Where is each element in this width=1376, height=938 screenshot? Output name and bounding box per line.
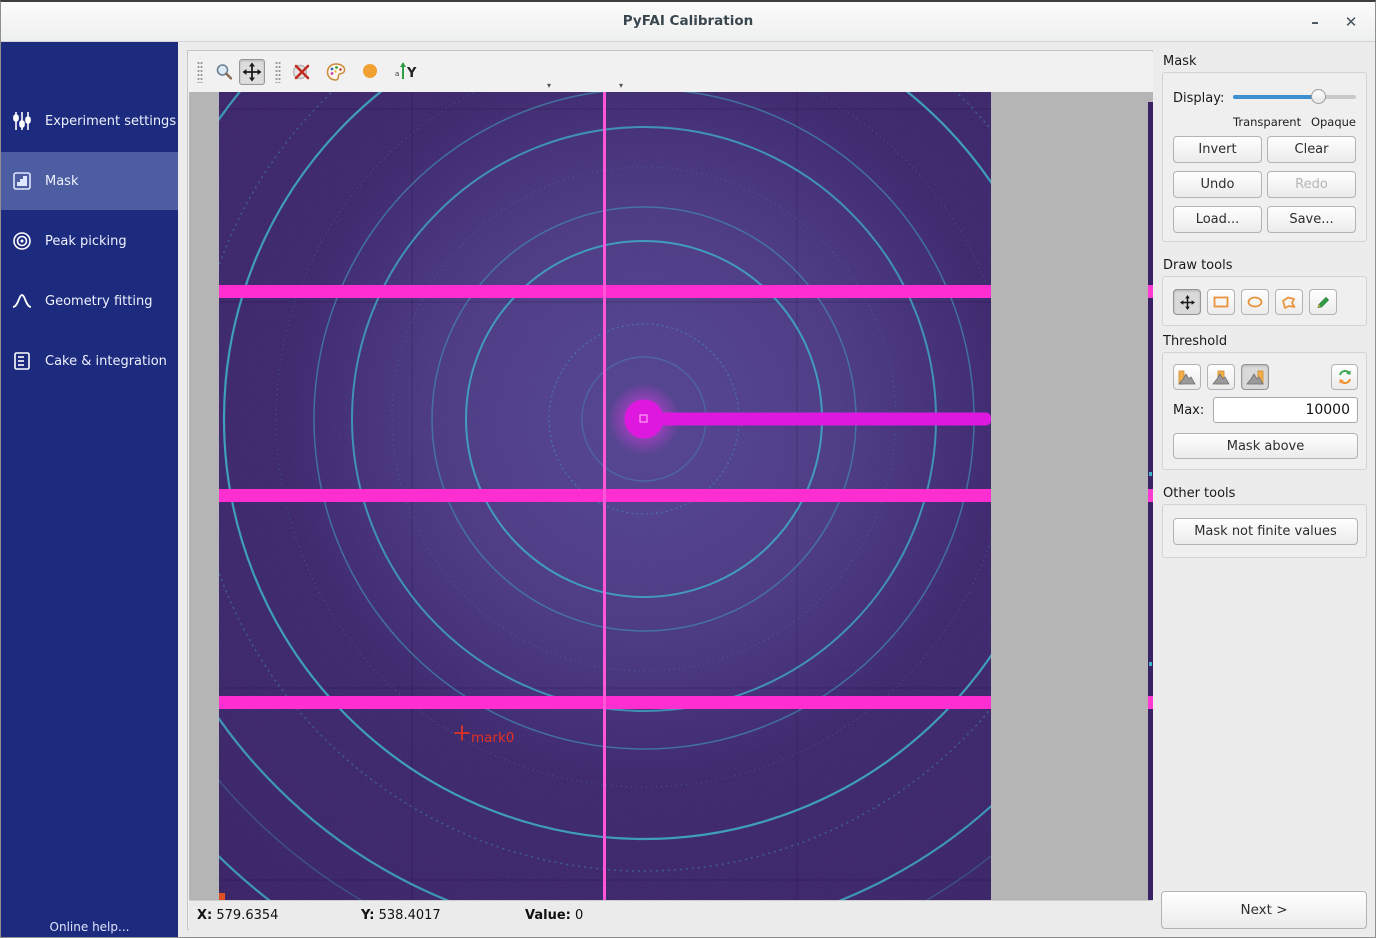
y-axis-orientation-button[interactable]: a Y ▾ bbox=[393, 59, 419, 85]
other-tools-title: Other tools bbox=[1163, 486, 1235, 501]
x-value: 579.6354 bbox=[216, 908, 278, 923]
titlebar: PyFAI Calibration – ✕ bbox=[1, 2, 1375, 42]
threshold-group: Max: Mask above bbox=[1162, 352, 1367, 470]
pan-tool-button[interactable] bbox=[239, 59, 265, 85]
zoom-icon bbox=[214, 62, 234, 82]
draw-pencil-button[interactable] bbox=[1309, 289, 1337, 315]
sidebar-item-label: Peak picking bbox=[45, 234, 127, 249]
draw-pan-button[interactable] bbox=[1173, 289, 1201, 315]
undo-button[interactable]: Undo bbox=[1173, 171, 1262, 198]
plot-toolbar: ▾ a Y ▾ bbox=[189, 52, 1153, 92]
pan-icon bbox=[1180, 295, 1195, 310]
peak-curve-icon bbox=[11, 290, 33, 312]
sidebar-item-mask[interactable]: Mask bbox=[1, 152, 178, 210]
image-corner-mark bbox=[219, 893, 225, 900]
app-window: PyFAI Calibration – ✕ Experiment setting… bbox=[0, 0, 1376, 938]
peak-marker-label: mark0 bbox=[471, 730, 514, 746]
clear-crosshair-icon bbox=[291, 61, 313, 83]
mask-opacity-slider[interactable] bbox=[1233, 87, 1356, 107]
statusbar: X: 579.6354 Y: 538.4017 Value: 0 bbox=[189, 900, 1153, 930]
load-button[interactable]: Load... bbox=[1173, 206, 1262, 233]
mask-color-icon bbox=[360, 62, 380, 82]
window-title: PyFAI Calibration bbox=[1, 13, 1375, 29]
value-value: 0 bbox=[575, 908, 583, 923]
mask-above-icon bbox=[1246, 370, 1264, 385]
mask-below-icon bbox=[1178, 370, 1196, 385]
colormap-button[interactable] bbox=[323, 59, 349, 85]
mask-icon bbox=[11, 170, 33, 192]
sidebar-item-peak-picking[interactable]: Peak picking bbox=[1, 212, 178, 270]
plot-panel: ▾ a Y ▾ bbox=[187, 50, 1153, 930]
mask-section-title: Mask bbox=[1163, 54, 1196, 69]
refresh-icon bbox=[1337, 369, 1353, 385]
sidebar-item-experiment-settings[interactable]: Experiment settings bbox=[1, 92, 178, 150]
sidebar-item-label: Geometry fitting bbox=[45, 294, 152, 309]
other-tools-group: Mask not finite values bbox=[1162, 504, 1367, 558]
mask-between-button[interactable] bbox=[1207, 364, 1235, 390]
mask-group: Display: Transparent Opaque Invert Clear… bbox=[1162, 72, 1367, 242]
draw-ellipse-button[interactable] bbox=[1241, 289, 1269, 315]
toolbar-grip[interactable] bbox=[275, 61, 281, 83]
mask-above-threshold-button[interactable] bbox=[1241, 364, 1269, 390]
display-label: Display: bbox=[1173, 91, 1224, 106]
draw-rectangle-button[interactable] bbox=[1207, 289, 1235, 315]
clear-button[interactable]: Clear bbox=[1267, 136, 1356, 163]
y-value: 538.4017 bbox=[379, 908, 441, 923]
sidebar-item-cake-integration[interactable]: Cake & integration bbox=[1, 332, 178, 390]
mask-above-button[interactable]: Mask above bbox=[1173, 433, 1358, 459]
redo-button[interactable]: Redo bbox=[1267, 171, 1356, 198]
pan-icon bbox=[242, 62, 262, 82]
svg-text:Y: Y bbox=[406, 66, 417, 81]
y-label: Y: bbox=[361, 908, 374, 923]
sidebar-item-label: Cake & integration bbox=[45, 354, 167, 369]
dropdown-caret-icon: ▾ bbox=[619, 81, 623, 90]
sidebar-item-geometry-fitting[interactable]: Geometry fitting bbox=[1, 272, 178, 330]
plot-canvas[interactable]: mark0 bbox=[189, 92, 1153, 900]
mask-not-finite-button[interactable]: Mask not finite values bbox=[1173, 518, 1358, 545]
document-lines-icon bbox=[11, 350, 33, 372]
invert-button[interactable]: Invert bbox=[1173, 136, 1262, 163]
draw-tools-group bbox=[1162, 276, 1367, 326]
sidebar-item-label: Mask bbox=[45, 174, 78, 189]
zoom-tool-button[interactable] bbox=[211, 59, 237, 85]
online-help-link[interactable]: Online help... bbox=[1, 920, 178, 934]
x-label: X: bbox=[197, 908, 212, 923]
minimize-button[interactable]: – bbox=[1301, 8, 1329, 36]
clear-crosshair-button[interactable] bbox=[289, 59, 315, 85]
draw-polygon-button[interactable] bbox=[1275, 289, 1303, 315]
svg-text:a: a bbox=[395, 70, 399, 78]
mask-below-button[interactable] bbox=[1173, 364, 1201, 390]
max-label: Max: bbox=[1173, 403, 1204, 418]
image-edge-sliver bbox=[1148, 102, 1153, 900]
draw-tools-title: Draw tools bbox=[1163, 258, 1232, 273]
colormap-palette-icon bbox=[325, 61, 347, 83]
ellipse-icon bbox=[1247, 295, 1263, 309]
max-input[interactable] bbox=[1213, 397, 1358, 423]
close-button[interactable]: ✕ bbox=[1337, 8, 1365, 36]
dropdown-caret-icon: ▾ bbox=[547, 81, 551, 90]
sidebar-item-label: Experiment settings bbox=[45, 114, 176, 129]
diffraction-image[interactable]: mark0 bbox=[219, 92, 991, 900]
slider-handle[interactable] bbox=[1311, 89, 1326, 104]
concentric-rings-icon bbox=[11, 230, 33, 252]
toolbar-grip[interactable] bbox=[197, 61, 203, 83]
next-button[interactable]: Next > bbox=[1161, 891, 1367, 929]
threshold-title: Threshold bbox=[1163, 334, 1227, 349]
transparent-label: Transparent bbox=[1233, 115, 1301, 129]
pencil-icon bbox=[1315, 295, 1331, 310]
mask-sidebar: Mask Display: Transparent Opaque Invert … bbox=[1161, 50, 1369, 930]
mask-color-button[interactable]: ▾ bbox=[357, 59, 383, 85]
y-axis-orientation-icon: a Y bbox=[394, 61, 418, 83]
polygon-icon bbox=[1281, 295, 1297, 310]
sidebar: Experiment settings Mask Peak picking Ge… bbox=[1, 42, 178, 938]
sliders-icon bbox=[11, 110, 33, 132]
mask-between-icon bbox=[1212, 370, 1230, 385]
threshold-refresh-button[interactable] bbox=[1331, 364, 1358, 390]
value-label: Value: bbox=[525, 908, 571, 923]
rectangle-icon bbox=[1213, 295, 1229, 309]
save-button[interactable]: Save... bbox=[1267, 206, 1356, 233]
opaque-label: Opaque bbox=[1311, 115, 1356, 129]
